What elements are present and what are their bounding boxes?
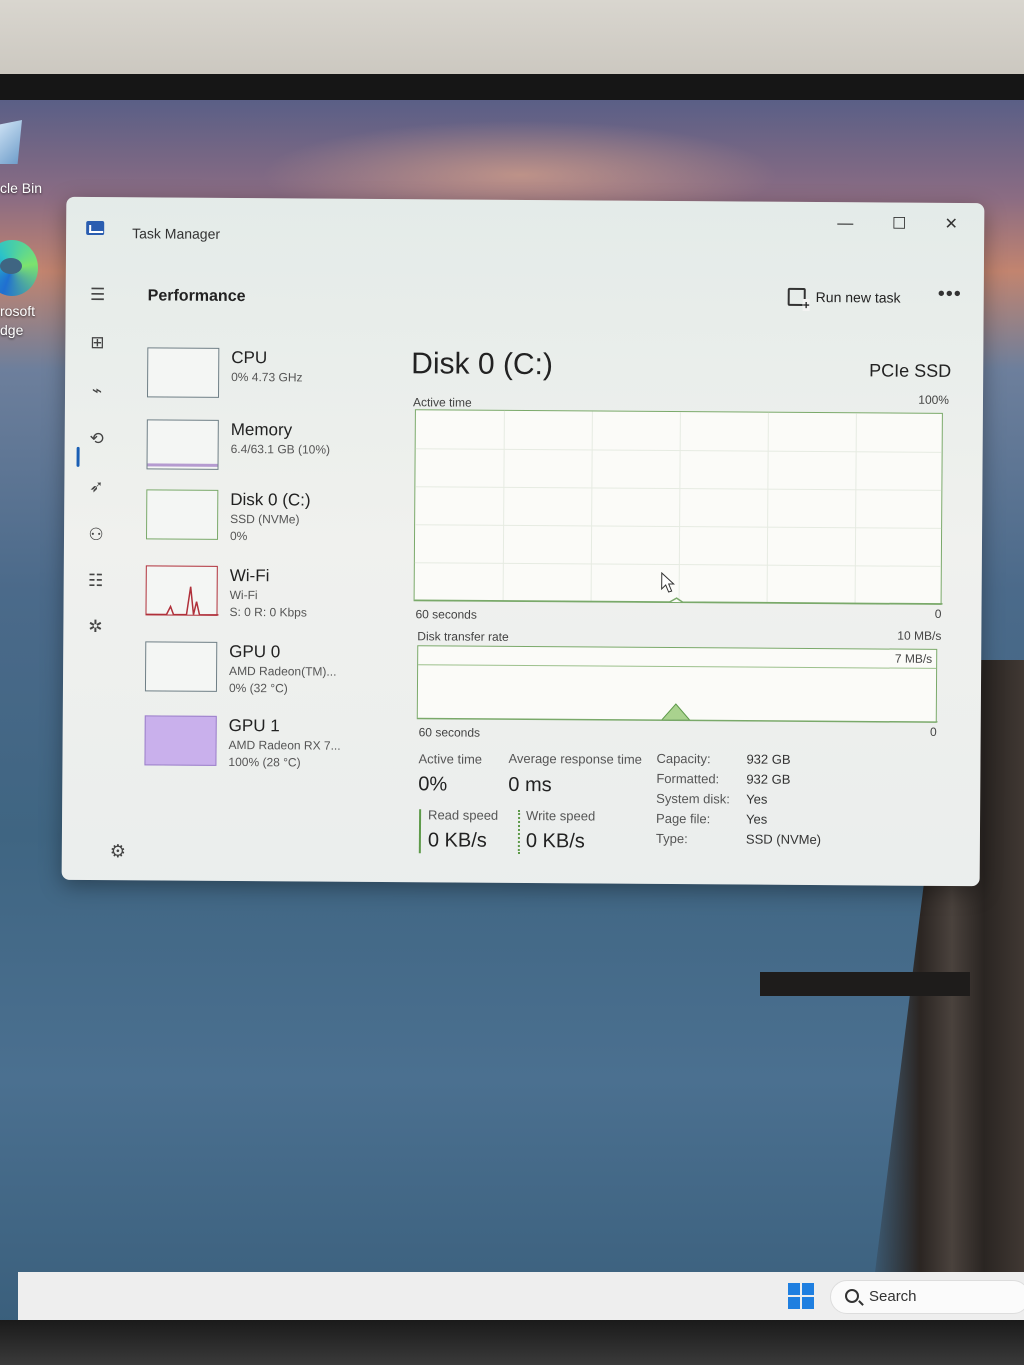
property-value: 932 GB xyxy=(746,751,791,767)
property-key: Page file: xyxy=(656,810,711,827)
transfer-rate-graph-label: Disk transfer rate xyxy=(417,629,509,644)
startup-apps-icon[interactable]: ➶ xyxy=(84,475,108,499)
close-button[interactable]: ✕ xyxy=(928,211,974,239)
gpu1-thumbnail xyxy=(144,715,217,766)
read-speed-value: 0 KB/s xyxy=(427,829,487,852)
avg-response-label: Average response time xyxy=(508,750,642,767)
details-icon[interactable]: ☷ xyxy=(84,569,108,593)
active-time-graph-label: Active time xyxy=(412,395,472,410)
transfer-rate-max-label: 10 MB/s xyxy=(897,628,942,643)
window-title: Task Manager xyxy=(132,225,221,242)
property-key: Type: xyxy=(655,830,688,847)
hamburger-icon[interactable]: ☰ xyxy=(86,283,110,307)
device-name: GPU 1 xyxy=(228,715,280,736)
device-name: CPU xyxy=(231,347,268,368)
property-value: Yes xyxy=(746,791,768,807)
active-time-graph xyxy=(413,409,943,605)
taskbar-search[interactable]: Search xyxy=(830,1280,1024,1314)
transfer-rate-graph: 7 MB/s xyxy=(416,645,938,723)
nav-rail: ☰ ⊞ ⌁ ⟲ ➶ ⚇ ☷ ✲ xyxy=(62,267,128,877)
property-value: Yes xyxy=(746,811,768,827)
device-name: Wi-Fi xyxy=(229,565,270,586)
device-usage: S: 0 R: 0 Kbps xyxy=(229,604,307,620)
active-time-window-label: 60 seconds xyxy=(415,607,477,622)
app-history-icon[interactable]: ⟲ xyxy=(85,427,109,451)
wallpaper-pier-rail xyxy=(760,972,970,996)
taskbar: Search xyxy=(18,1272,1024,1324)
settings-icon[interactable]: ⚙ xyxy=(110,841,126,862)
edge-label-line2[interactable]: dge xyxy=(0,322,23,338)
device-detail: 0% 4.73 GHz xyxy=(231,369,303,385)
minimize-button[interactable]: — xyxy=(822,210,868,238)
device-memory[interactable]: Memory 6.4/63.1 GB (10%) xyxy=(146,419,406,481)
property-key: Formatted: xyxy=(656,770,720,787)
device-detail: 6.4/63.1 GB (10%) xyxy=(230,441,331,457)
active-time-stat-value: 0% xyxy=(418,773,448,796)
recycle-bin-icon[interactable] xyxy=(0,120,22,164)
device-usage: 100% (28 °C) xyxy=(228,754,301,770)
users-icon[interactable]: ⚇ xyxy=(84,523,108,547)
maximize-button[interactable]: ☐ xyxy=(876,210,922,238)
device-detail: SSD (NVMe) xyxy=(230,511,300,527)
processes-icon[interactable]: ⊞ xyxy=(85,331,109,355)
device-name: Memory xyxy=(230,419,293,440)
wifi-sparkline xyxy=(146,586,219,616)
search-icon xyxy=(845,1289,859,1303)
active-time-stat-label: Active time xyxy=(418,751,483,767)
memory-thumbnail xyxy=(146,419,219,470)
property-value: 932 GB xyxy=(746,771,791,787)
transfer-rate-window-label: 60 seconds xyxy=(418,725,481,740)
performance-icon[interactable]: ⌁ xyxy=(85,379,109,403)
write-speed-indicator xyxy=(517,809,521,854)
active-time-line xyxy=(414,597,943,605)
cpu-thumbnail xyxy=(146,347,220,398)
run-task-label: Run new task xyxy=(815,289,901,306)
page-title: Performance xyxy=(147,287,246,306)
property-key: Capacity: xyxy=(656,750,711,767)
read-speed-indicator xyxy=(418,809,422,854)
active-time-min-label: 0 xyxy=(934,606,942,621)
device-name: GPU 0 xyxy=(229,641,281,662)
read-speed-label: Read speed xyxy=(428,807,499,823)
recycle-bin-label[interactable]: cle Bin xyxy=(0,180,42,196)
device-detail: AMD Radeon RX 7... xyxy=(228,737,341,753)
task-manager-window: Task Manager — ☐ ✕ ☰ ⊞ ⌁ ⟲ ➶ ⚇ ☷ ✲ ⚙ Per… xyxy=(61,196,985,887)
edge-label-line1[interactable]: rosoft xyxy=(0,303,35,319)
windows-start-icon[interactable] xyxy=(788,1283,814,1309)
device-wifi[interactable]: Wi-Fi Wi-Fi S: 0 R: 0 Kbps xyxy=(145,565,405,627)
avg-response-value: 0 ms xyxy=(508,773,552,797)
nav-active-indicator xyxy=(76,446,80,467)
title-bar[interactable]: Task Manager — ☐ ✕ xyxy=(66,197,984,273)
task-manager-app-icon xyxy=(86,220,105,236)
device-detail: Wi-Fi xyxy=(229,587,258,603)
device-name: Disk 0 (C:) xyxy=(230,489,311,510)
transfer-rate-line xyxy=(417,703,938,723)
property-key: System disk: xyxy=(656,790,730,807)
services-icon[interactable]: ✲ xyxy=(83,615,107,639)
property-value: SSD (NVMe) xyxy=(745,831,822,848)
write-speed-label: Write speed xyxy=(526,808,596,824)
run-task-icon xyxy=(787,287,806,306)
device-detail: AMD Radeon(TM)... xyxy=(229,663,337,679)
device-usage: 0% xyxy=(229,528,248,544)
gpu0-thumbnail xyxy=(144,641,218,692)
search-label: Search xyxy=(869,1288,917,1305)
transfer-rate-min-label: 0 xyxy=(929,724,937,739)
more-options-button[interactable]: ••• xyxy=(938,283,962,306)
write-speed-value: 0 KB/s xyxy=(525,830,585,853)
device-gpu0[interactable]: GPU 0 AMD Radeon(TM)... 0% (32 °C) xyxy=(144,641,405,703)
monitor-bezel-bottom xyxy=(0,1320,1024,1365)
device-gpu1[interactable]: GPU 1 AMD Radeon RX 7... 100% (28 °C) xyxy=(144,715,404,777)
disk-type: PCIe SSD xyxy=(869,360,952,381)
device-disk[interactable]: Disk 0 (C:) SSD (NVMe) 0% xyxy=(146,489,406,551)
edge-icon[interactable] xyxy=(0,240,38,296)
mouse-cursor-icon xyxy=(661,571,675,593)
wifi-thumbnail xyxy=(145,565,219,616)
active-time-max-label: 100% xyxy=(918,392,950,407)
device-cpu[interactable]: CPU 0% 4.73 GHz xyxy=(146,347,407,409)
disk-title: Disk 0 (C:) xyxy=(411,347,554,382)
disk-thumbnail xyxy=(146,489,219,540)
device-usage: 0% (32 °C) xyxy=(228,680,288,696)
run-new-task-button[interactable]: Run new task xyxy=(787,287,901,307)
